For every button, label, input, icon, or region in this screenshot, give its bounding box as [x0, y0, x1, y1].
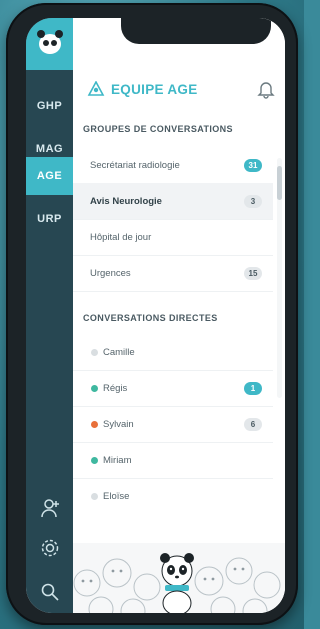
panda-logo-icon — [36, 30, 63, 54]
bell-icon[interactable] — [257, 79, 275, 99]
unread-badge: 3 — [244, 194, 262, 208]
group-label: Hôpital de jour — [90, 231, 152, 243]
team-title: EQUIPE AGE — [111, 82, 198, 97]
sidebar-tab-urp[interactable]: URP — [26, 202, 73, 236]
group-label: Avis Neurologie — [90, 195, 162, 207]
search-icon[interactable] — [36, 578, 63, 605]
sidebar: GHP MAG AGE URP — [26, 18, 73, 613]
group-row[interactable]: Hôpital de jour — [73, 219, 273, 256]
user-add-icon[interactable] — [36, 494, 63, 521]
panda-illustration — [73, 543, 285, 613]
phone-frame: GHP MAG AGE URP EQUIPE AGE GROUPES DE CO… — [6, 3, 298, 625]
sidebar-tab-ghp[interactable]: GHP — [26, 89, 73, 123]
contact-row[interactable]: Camille — [73, 334, 273, 371]
contact-row[interactable]: Miriam — [73, 442, 273, 479]
gear-icon[interactable] — [36, 534, 63, 561]
status-dot — [91, 348, 98, 356]
status-dot — [91, 420, 98, 428]
direct-section-title: CONVERSATIONS DIRECTES — [83, 313, 218, 323]
unread-badge: 31 — [244, 158, 262, 172]
contact-row[interactable]: Régis 1 — [73, 370, 273, 407]
main-panel: EQUIPE AGE GROUPES DE CONVERSATIONS Secr… — [73, 18, 285, 613]
unread-badge: 6 — [244, 417, 262, 431]
group-label: Secrétariat radiologie — [90, 159, 180, 171]
scrollbar-thumb[interactable] — [277, 166, 282, 200]
contact-label: Régis — [103, 382, 128, 394]
sidebar-tab-age[interactable]: AGE — [26, 157, 73, 195]
group-row[interactable]: Secrétariat radiologie 31 — [73, 147, 273, 184]
app-screen: GHP MAG AGE URP EQUIPE AGE GROUPES DE CO… — [26, 18, 285, 613]
group-row[interactable]: Avis Neurologie 3 — [73, 183, 273, 220]
groups-section-title: GROUPES DE CONVERSATIONS — [83, 124, 233, 134]
app-logo — [26, 18, 73, 70]
group-row[interactable]: Urgences 15 — [73, 255, 273, 292]
contact-label: Camille — [103, 346, 135, 358]
status-dot — [91, 384, 98, 392]
status-dot — [91, 456, 98, 464]
contact-row[interactable]: Sylvain 6 — [73, 406, 273, 443]
contact-label: Sylvain — [103, 418, 134, 430]
contact-row[interactable]: Eloïse — [73, 478, 273, 514]
contact-label: Miriam — [103, 454, 132, 466]
team-icon — [87, 81, 105, 96]
group-label: Urgences — [90, 267, 131, 279]
unread-badge: 15 — [244, 266, 262, 280]
contact-label: Eloïse — [103, 490, 130, 502]
status-dot — [91, 492, 98, 500]
unread-badge: 1 — [244, 381, 262, 395]
phone-notch — [120, 18, 271, 44]
team-header: EQUIPE AGE — [73, 76, 285, 104]
